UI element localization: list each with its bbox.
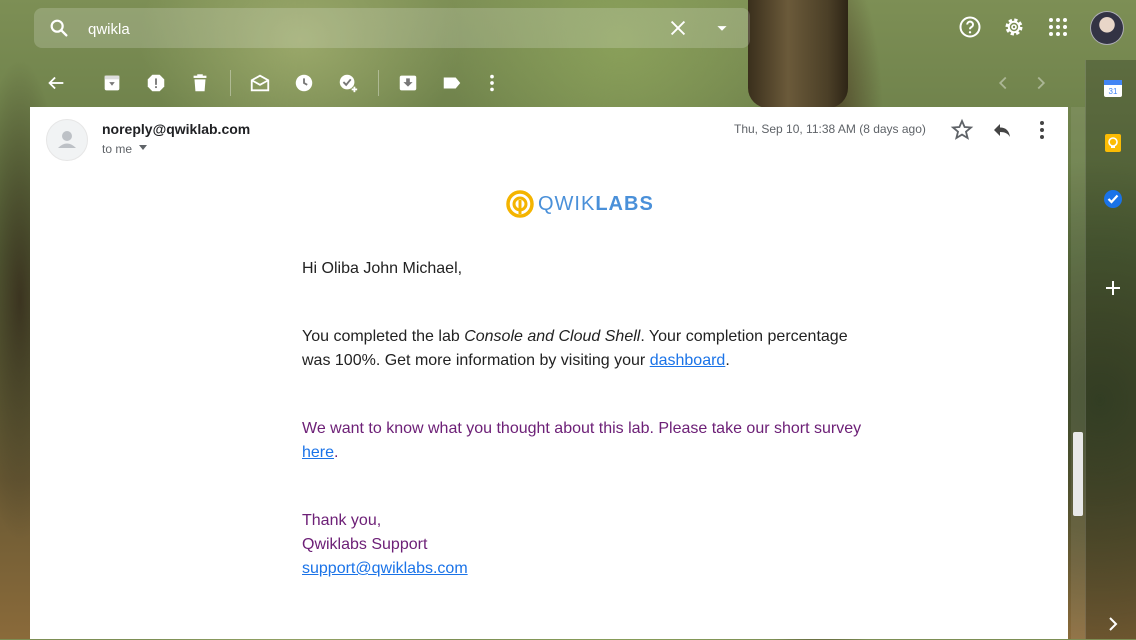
search-options-caret-icon[interactable]	[711, 17, 733, 39]
expand-panel-chevron-icon[interactable]	[1102, 613, 1124, 635]
scrollbar-thumb[interactable]	[1073, 432, 1083, 516]
search-input[interactable]	[86, 18, 650, 40]
para1-end: .	[725, 352, 730, 369]
toolbar-divider	[378, 70, 379, 96]
move-to-icon[interactable]	[397, 72, 419, 94]
account-avatar[interactable]	[1090, 11, 1124, 45]
add-to-tasks-icon[interactable]	[337, 72, 359, 94]
newer-chevron-left-icon[interactable]	[992, 72, 1014, 94]
star-icon[interactable]	[950, 118, 974, 142]
mark-unread-icon[interactable]	[249, 72, 271, 94]
older-chevron-right-icon[interactable]	[1030, 72, 1052, 94]
calendar-icon[interactable]: 31	[1102, 77, 1124, 99]
dashboard-link[interactable]: dashboard	[650, 352, 726, 369]
toolbar-divider	[230, 70, 231, 96]
logo-text-qwik: QWIK	[538, 193, 596, 215]
support-email-link[interactable]: support@qwiklabs.com	[302, 560, 468, 577]
back-arrow-icon[interactable]	[45, 72, 67, 94]
greeting: Hi Oliba John Michael,	[302, 260, 463, 277]
qwiklabs-logo-icon	[506, 190, 534, 218]
background-tree	[748, 0, 848, 108]
completion-paragraph: You completed the lab Console and Cloud …	[302, 325, 862, 373]
clear-search-icon[interactable]	[667, 17, 689, 39]
para2-end: .	[334, 444, 339, 461]
para2-prefix: We want to know what you thought about t…	[302, 420, 862, 437]
email-message: noreply@qwiklab.com to me Thu, Sep 10, 1…	[30, 107, 1068, 639]
tasks-icon[interactable]	[1102, 188, 1124, 210]
report-spam-icon[interactable]	[145, 72, 167, 94]
delete-trash-icon[interactable]	[189, 72, 211, 94]
lab-name: Console and Cloud Shell	[464, 328, 641, 345]
add-addon-plus-icon[interactable]	[1102, 277, 1124, 299]
help-icon[interactable]	[958, 15, 982, 39]
email-date: Thu, Sep 10, 11:38 AM (8 days ago)	[734, 122, 926, 136]
apps-grid-icon[interactable]	[1046, 15, 1070, 39]
search-icon[interactable]	[48, 17, 70, 39]
recipient-details-toggle[interactable]: to me	[102, 142, 132, 156]
calendar-date-label: 31	[1109, 87, 1118, 96]
para1-prefix: You completed the lab	[302, 328, 465, 345]
sender-avatar	[46, 119, 88, 161]
survey-paragraph: We want to know what you thought about t…	[302, 417, 862, 465]
person-icon	[58, 131, 76, 148]
qwiklabs-logo-text: QWIKLABS	[538, 193, 654, 216]
survey-link[interactable]: here	[302, 444, 334, 461]
support-email-line: support@qwiklabs.com	[302, 557, 862, 581]
logo-text-labs: LABS	[595, 193, 654, 215]
scrollbar-track[interactable]	[1071, 107, 1085, 639]
more-options-icon[interactable]	[481, 72, 503, 94]
snooze-clock-icon[interactable]	[293, 72, 315, 94]
signoff: Thank you,	[302, 512, 382, 529]
keep-bulb-icon[interactable]	[1102, 132, 1124, 154]
signature: Qwiklabs Support	[302, 536, 428, 553]
sender-email: noreply@qwiklab.com	[102, 121, 251, 137]
message-more-options-icon[interactable]	[1030, 118, 1054, 142]
reply-icon[interactable]	[990, 118, 1014, 142]
label-tag-icon[interactable]	[441, 72, 463, 94]
settings-gear-icon[interactable]	[1002, 15, 1026, 39]
search-bar[interactable]	[34, 8, 750, 48]
archive-icon[interactable]	[101, 72, 123, 94]
recipient-caret-icon[interactable]	[139, 145, 147, 151]
